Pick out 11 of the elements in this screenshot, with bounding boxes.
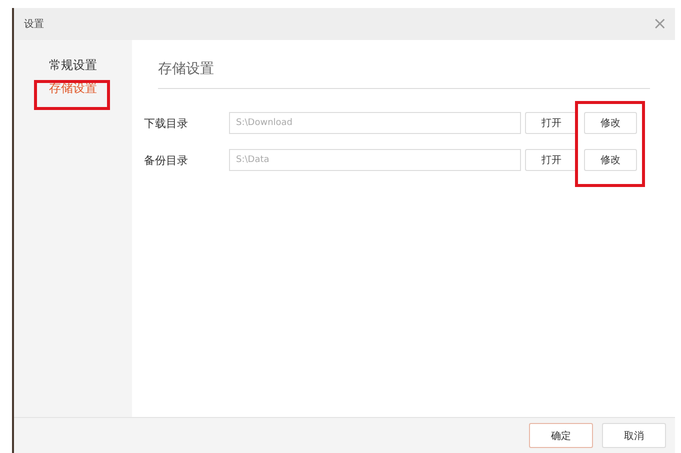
modify-button[interactable]: 修改 [584,149,637,171]
field-label: 备份目录 [144,152,189,168]
field-label: 下载目录 [144,116,189,130]
open-button[interactable]: 打开 [525,149,578,171]
modify-button[interactable]: 修改 [584,112,637,134]
cancel-button[interactable]: 取消 [602,423,666,448]
sidebar-item[interactable]: 常规设置 [49,57,97,74]
confirm-button[interactable]: 确定 [529,423,593,448]
window-title: 设置 [24,18,44,31]
open-button[interactable]: 打开 [525,112,578,134]
section-heading: 存储设置 [158,60,650,89]
